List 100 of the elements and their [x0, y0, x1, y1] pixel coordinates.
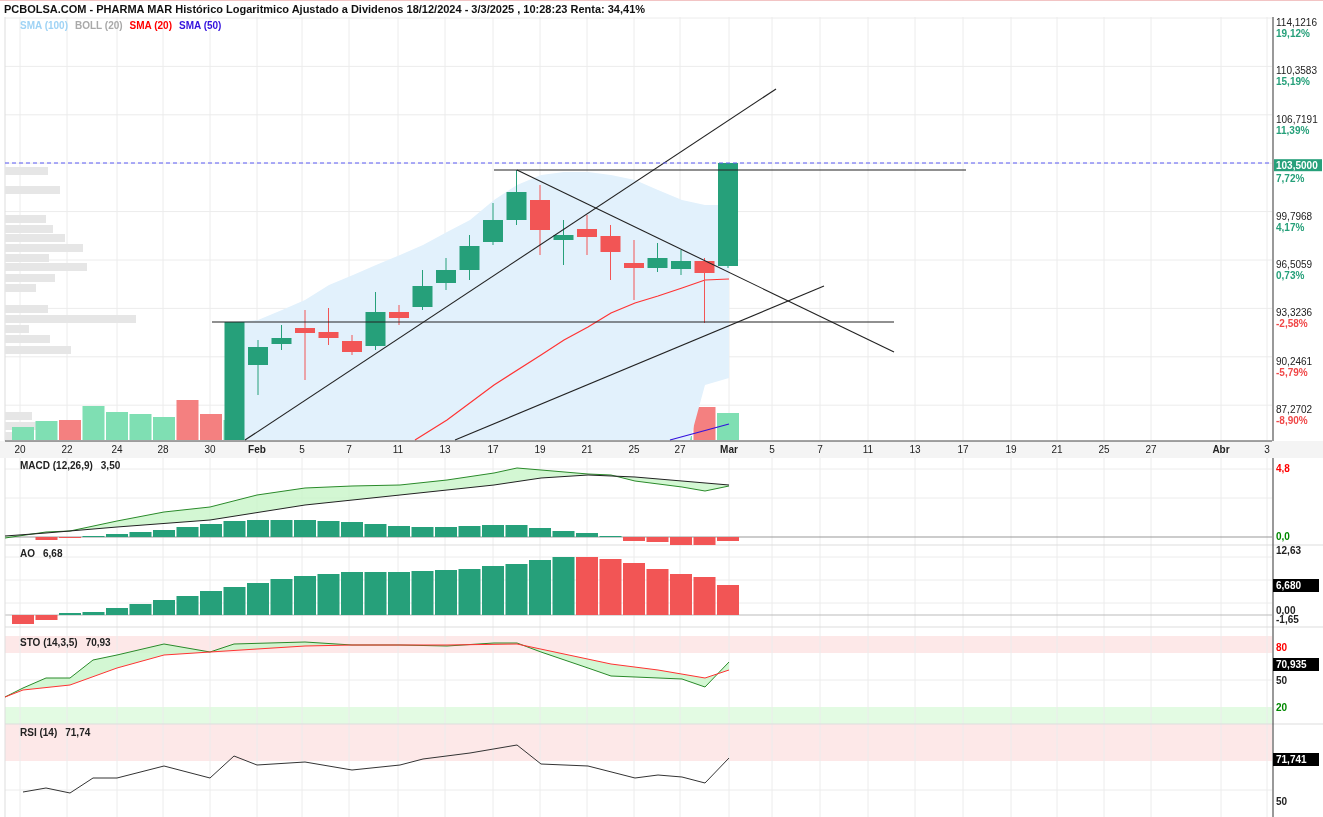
histogram-bar	[294, 520, 316, 537]
indicator-label: RSI (14)	[20, 727, 58, 738]
histogram-bar	[200, 524, 222, 537]
legend-label: SMA (50)	[179, 20, 222, 31]
date-label: 25	[1098, 444, 1110, 455]
candle	[342, 334, 362, 356]
histogram-bar	[505, 525, 528, 537]
change-label: 19,12%	[1276, 28, 1310, 39]
date-label: 30	[204, 444, 216, 455]
candle	[553, 219, 574, 266]
histogram-bar	[505, 564, 528, 615]
change-label: 4,17%	[1276, 221, 1305, 233]
price-label: 90,2461	[1276, 355, 1313, 367]
histogram-bar	[317, 574, 340, 615]
price-label: 114,1216	[1276, 17, 1317, 28]
date-label: 20	[14, 444, 26, 455]
date-label: 7	[817, 444, 823, 455]
date-label: Abr	[1212, 444, 1230, 455]
change-label: -5,79%	[1276, 366, 1308, 378]
histogram-bar	[270, 579, 293, 615]
candle	[365, 291, 386, 351]
candle	[624, 239, 644, 301]
histogram-bar	[200, 591, 222, 615]
histogram-bar	[693, 577, 716, 615]
date-label: 21	[581, 444, 593, 455]
indicator-label: AO	[20, 548, 35, 559]
histogram-bar	[411, 527, 434, 537]
volume-bar	[717, 413, 739, 440]
indicator-reading: 70,93	[85, 637, 111, 648]
candle	[318, 307, 339, 346]
date-label: 27	[674, 444, 686, 455]
histogram-bar	[646, 569, 669, 615]
histogram-bar	[552, 557, 575, 615]
indicator-reading: 6,68	[43, 548, 63, 559]
date-label: 21	[1051, 444, 1063, 455]
histogram-bar	[223, 521, 246, 537]
histogram-bar	[670, 574, 692, 615]
histogram-bar	[341, 572, 363, 615]
date-label: 3	[1264, 444, 1270, 455]
indicator-label: MACD (12,26,9)	[20, 460, 93, 471]
candle	[295, 309, 315, 381]
histogram-bar	[458, 526, 481, 537]
axis-label: 50	[1276, 796, 1288, 807]
axis-label: 4,8	[1276, 463, 1290, 474]
candle	[671, 249, 691, 276]
date-label: 24	[111, 444, 123, 455]
candle	[412, 269, 433, 311]
date-label: 13	[439, 444, 451, 455]
date-label: 5	[769, 444, 775, 455]
date-label: 5	[299, 444, 305, 455]
histogram-bar	[717, 585, 739, 615]
change-label: 7,72%	[1276, 173, 1305, 185]
volume-bar	[106, 412, 128, 440]
histogram-bar	[153, 600, 175, 615]
axis-label: 80	[1276, 642, 1288, 653]
legend-label: SMA (20)	[129, 20, 172, 31]
histogram-bar	[223, 587, 246, 615]
change-label: -8,90%	[1276, 415, 1308, 427]
histogram-bar	[341, 522, 363, 537]
change-label: -2,58%	[1276, 318, 1308, 330]
indicator-reading: 71,74	[65, 727, 91, 738]
histogram-bar	[529, 560, 551, 615]
histogram-bar	[388, 572, 410, 615]
date-label: 7	[346, 444, 352, 455]
date-label: 17	[487, 444, 499, 455]
candle	[459, 234, 480, 281]
histogram-bar	[482, 566, 504, 615]
change-label: 11,39%	[1276, 124, 1310, 136]
volume-bar	[129, 414, 152, 440]
candle	[436, 257, 456, 291]
change-label: 15,19%	[1276, 76, 1310, 88]
histogram-bar	[176, 596, 199, 615]
price-label: 93,3236	[1276, 307, 1313, 319]
histogram-bar	[435, 527, 457, 537]
legend-label: SMA (100)	[20, 20, 68, 31]
axis-label: -1,65	[1276, 614, 1299, 625]
date-label: 19	[1005, 444, 1017, 455]
price-label: 110,3583	[1276, 65, 1317, 77]
candle	[271, 324, 292, 351]
candle	[600, 224, 621, 281]
candle	[530, 184, 550, 256]
last-price-tag: 103,5000	[1274, 159, 1322, 172]
histogram-bar	[270, 520, 293, 537]
price-label: 106,7191	[1276, 113, 1318, 125]
price-label: 96,5059	[1276, 259, 1313, 270]
histogram-bar	[435, 570, 457, 615]
histogram-bar	[388, 526, 410, 537]
histogram-bar	[364, 572, 387, 615]
change-label: 0,73%	[1276, 270, 1305, 281]
histogram-bar	[247, 583, 269, 615]
date-label: 25	[628, 444, 640, 455]
candle	[248, 339, 268, 396]
candle	[483, 202, 503, 246]
value-tag: 6,680	[1273, 579, 1319, 592]
histogram-bar	[364, 524, 387, 537]
indicator-label: STO (14,3,5)	[20, 637, 78, 648]
histogram-bar	[411, 571, 434, 615]
axis-label: 12,63	[1276, 545, 1302, 556]
legend-label: BOLL (20)	[75, 20, 123, 31]
histogram-bar	[176, 527, 199, 537]
